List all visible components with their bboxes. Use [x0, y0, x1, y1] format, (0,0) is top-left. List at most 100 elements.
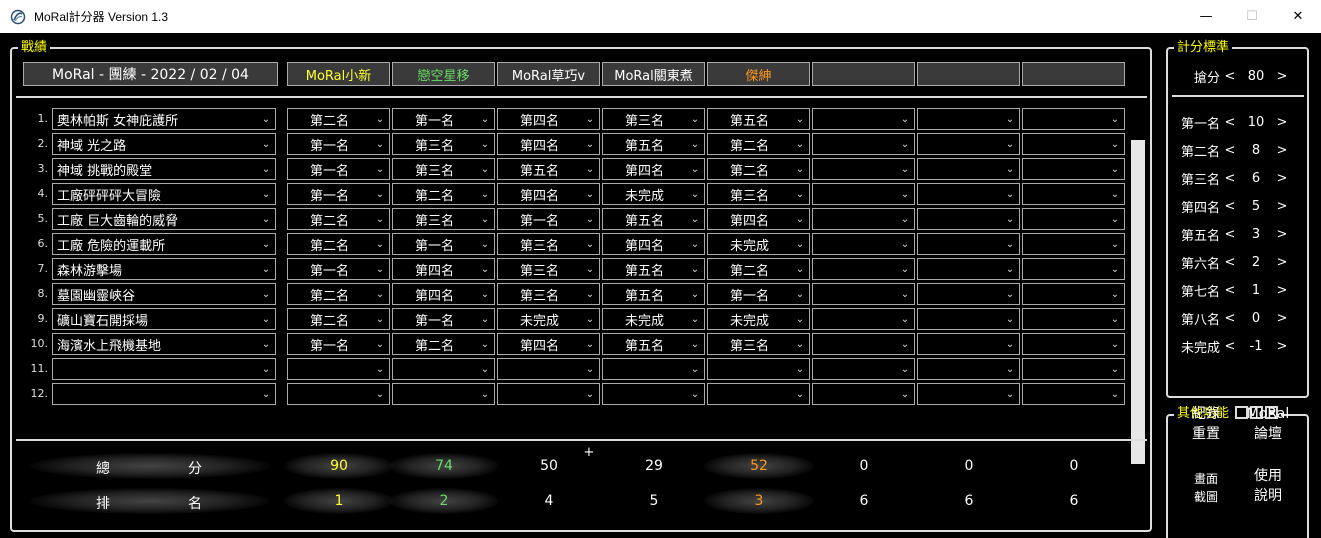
- close-button[interactable]: ✕: [1275, 0, 1321, 33]
- grab-score-increase[interactable]: >: [1276, 69, 1288, 84]
- moral-forum-button[interactable]: MoRal 論壇: [1240, 404, 1296, 444]
- scrollbar-thumb[interactable]: [1131, 140, 1145, 464]
- rank-select[interactable]: ⌄: [1022, 308, 1125, 330]
- rank-select[interactable]: ⌄: [812, 308, 915, 330]
- rank-select[interactable]: ⌄: [1022, 208, 1125, 230]
- player-name-header[interactable]: MoRal草巧v: [497, 62, 600, 86]
- rank-select[interactable]: 第四名 ⌄: [497, 133, 600, 155]
- rank-select[interactable]: 第三名 ⌄: [707, 333, 810, 355]
- map-select[interactable]: 礦山寶石開採場 ⌄: [52, 308, 276, 330]
- rank-select[interactable]: ⌄: [602, 383, 705, 405]
- rank-select[interactable]: ⌄: [917, 233, 1020, 255]
- help-button[interactable]: 使用 說明: [1240, 466, 1296, 506]
- rank-select[interactable]: 第三名 ⌄: [497, 233, 600, 255]
- score-increase-button[interactable]: >: [1276, 199, 1288, 214]
- rank-select[interactable]: 第五名 ⌄: [602, 133, 705, 155]
- score-decrease-button[interactable]: <: [1224, 199, 1236, 214]
- score-increase-button[interactable]: >: [1276, 255, 1288, 270]
- rank-select[interactable]: 未完成 ⌄: [707, 308, 810, 330]
- player-name-header[interactable]: [917, 62, 1020, 86]
- rank-select[interactable]: ⌄: [1022, 183, 1125, 205]
- rank-select[interactable]: ⌄: [917, 333, 1020, 355]
- map-select[interactable]: 工廠 危險的運載所 ⌄: [52, 233, 276, 255]
- player-name-header[interactable]: [812, 62, 915, 86]
- map-select[interactable]: 森林游擊場 ⌄: [52, 258, 276, 280]
- rank-select[interactable]: 第一名 ⌄: [392, 308, 495, 330]
- rank-select[interactable]: ⌄: [497, 358, 600, 380]
- rank-select[interactable]: ⌄: [917, 183, 1020, 205]
- rank-select[interactable]: ⌄: [917, 358, 1020, 380]
- score-decrease-button[interactable]: <: [1224, 171, 1236, 186]
- rank-select[interactable]: 第三名 ⌄: [707, 183, 810, 205]
- rank-select[interactable]: 第二名 ⌄: [392, 183, 495, 205]
- rank-select[interactable]: 第三名 ⌄: [392, 208, 495, 230]
- grab-score-decrease[interactable]: <: [1224, 69, 1236, 84]
- rank-select[interactable]: 第五名 ⌄: [602, 333, 705, 355]
- rank-select[interactable]: 未完成 ⌄: [602, 308, 705, 330]
- player-name-header[interactable]: MoRal小新: [287, 62, 390, 86]
- rank-select[interactable]: 第三名 ⌄: [392, 158, 495, 180]
- rank-select[interactable]: 第一名 ⌄: [392, 233, 495, 255]
- score-increase-button[interactable]: >: [1276, 339, 1288, 354]
- map-select[interactable]: 奧林帕斯 女神庇護所 ⌄: [52, 108, 276, 130]
- map-select[interactable]: 墓園幽靈峽谷 ⌄: [52, 283, 276, 305]
- score-decrease-button[interactable]: <: [1224, 227, 1236, 242]
- rank-select[interactable]: ⌄: [1022, 133, 1125, 155]
- rank-select[interactable]: 第二名 ⌄: [287, 283, 390, 305]
- player-name-header[interactable]: MoRal關東煮: [602, 62, 705, 86]
- rank-select[interactable]: 第二名 ⌄: [287, 308, 390, 330]
- rank-select[interactable]: ⌄: [917, 258, 1020, 280]
- map-select[interactable]: 神域 光之路 ⌄: [52, 133, 276, 155]
- event-title[interactable]: MoRal - 團練 - 2022 / 02 / 04: [23, 62, 278, 86]
- rank-select[interactable]: 第三名 ⌄: [497, 283, 600, 305]
- rank-select[interactable]: ⌄: [497, 383, 600, 405]
- score-decrease-button[interactable]: <: [1224, 143, 1236, 158]
- map-select[interactable]: 工廠砰砰砰大冒險 ⌄: [52, 183, 276, 205]
- rank-select[interactable]: 第三名 ⌄: [392, 133, 495, 155]
- rank-select[interactable]: ⌄: [812, 258, 915, 280]
- rank-select[interactable]: 第四名 ⌄: [497, 108, 600, 130]
- map-select[interactable]: 工廠 巨大齒輪的威脅 ⌄: [52, 208, 276, 230]
- screenshot-button[interactable]: 畫面 截圖: [1178, 470, 1234, 506]
- rank-select[interactable]: 第二名 ⌄: [392, 333, 495, 355]
- rank-select[interactable]: ⌄: [812, 358, 915, 380]
- rank-select[interactable]: 第二名 ⌄: [707, 158, 810, 180]
- rank-select[interactable]: 未完成 ⌄: [602, 183, 705, 205]
- rank-select[interactable]: ⌄: [812, 283, 915, 305]
- score-increase-button[interactable]: >: [1276, 227, 1288, 242]
- rank-select[interactable]: ⌄: [812, 183, 915, 205]
- rank-select[interactable]: ⌄: [707, 383, 810, 405]
- rank-select[interactable]: ⌄: [392, 383, 495, 405]
- rank-select[interactable]: 第四名 ⌄: [497, 183, 600, 205]
- rank-select[interactable]: ⌄: [812, 108, 915, 130]
- rank-select[interactable]: ⌄: [812, 208, 915, 230]
- map-select[interactable]: ⌄: [52, 358, 276, 380]
- rank-select[interactable]: 第五名 ⌄: [602, 208, 705, 230]
- rank-select[interactable]: ⌄: [812, 133, 915, 155]
- rank-select[interactable]: ⌄: [917, 108, 1020, 130]
- rank-select[interactable]: 第五名 ⌄: [497, 158, 600, 180]
- rank-select[interactable]: 未完成 ⌄: [707, 233, 810, 255]
- rank-select[interactable]: ⌄: [287, 383, 390, 405]
- rank-select[interactable]: ⌄: [917, 133, 1020, 155]
- rank-select[interactable]: 第四名 ⌄: [497, 333, 600, 355]
- rank-select[interactable]: 第三名 ⌄: [602, 108, 705, 130]
- player-name-header[interactable]: [1022, 62, 1125, 86]
- rank-select[interactable]: 第一名 ⌄: [287, 258, 390, 280]
- rank-select[interactable]: 第二名 ⌄: [287, 233, 390, 255]
- rank-select[interactable]: 第二名 ⌄: [287, 208, 390, 230]
- map-select[interactable]: 神域 挑戰的殿堂 ⌄: [52, 158, 276, 180]
- rank-select[interactable]: 第四名 ⌄: [392, 258, 495, 280]
- rank-select[interactable]: 第一名 ⌄: [287, 158, 390, 180]
- rank-select[interactable]: 第五名 ⌄: [602, 258, 705, 280]
- rank-select[interactable]: 第一名 ⌄: [287, 333, 390, 355]
- rank-select[interactable]: ⌄: [917, 383, 1020, 405]
- rank-select[interactable]: 第一名 ⌄: [392, 108, 495, 130]
- player-name-header[interactable]: 傑紳: [707, 62, 810, 86]
- score-decrease-button[interactable]: <: [1224, 255, 1236, 270]
- rank-select[interactable]: 第二名 ⌄: [287, 108, 390, 130]
- score-increase-button[interactable]: >: [1276, 311, 1288, 326]
- score-decrease-button[interactable]: <: [1224, 311, 1236, 326]
- rank-select[interactable]: ⌄: [1022, 233, 1125, 255]
- rank-select[interactable]: 第一名 ⌄: [287, 183, 390, 205]
